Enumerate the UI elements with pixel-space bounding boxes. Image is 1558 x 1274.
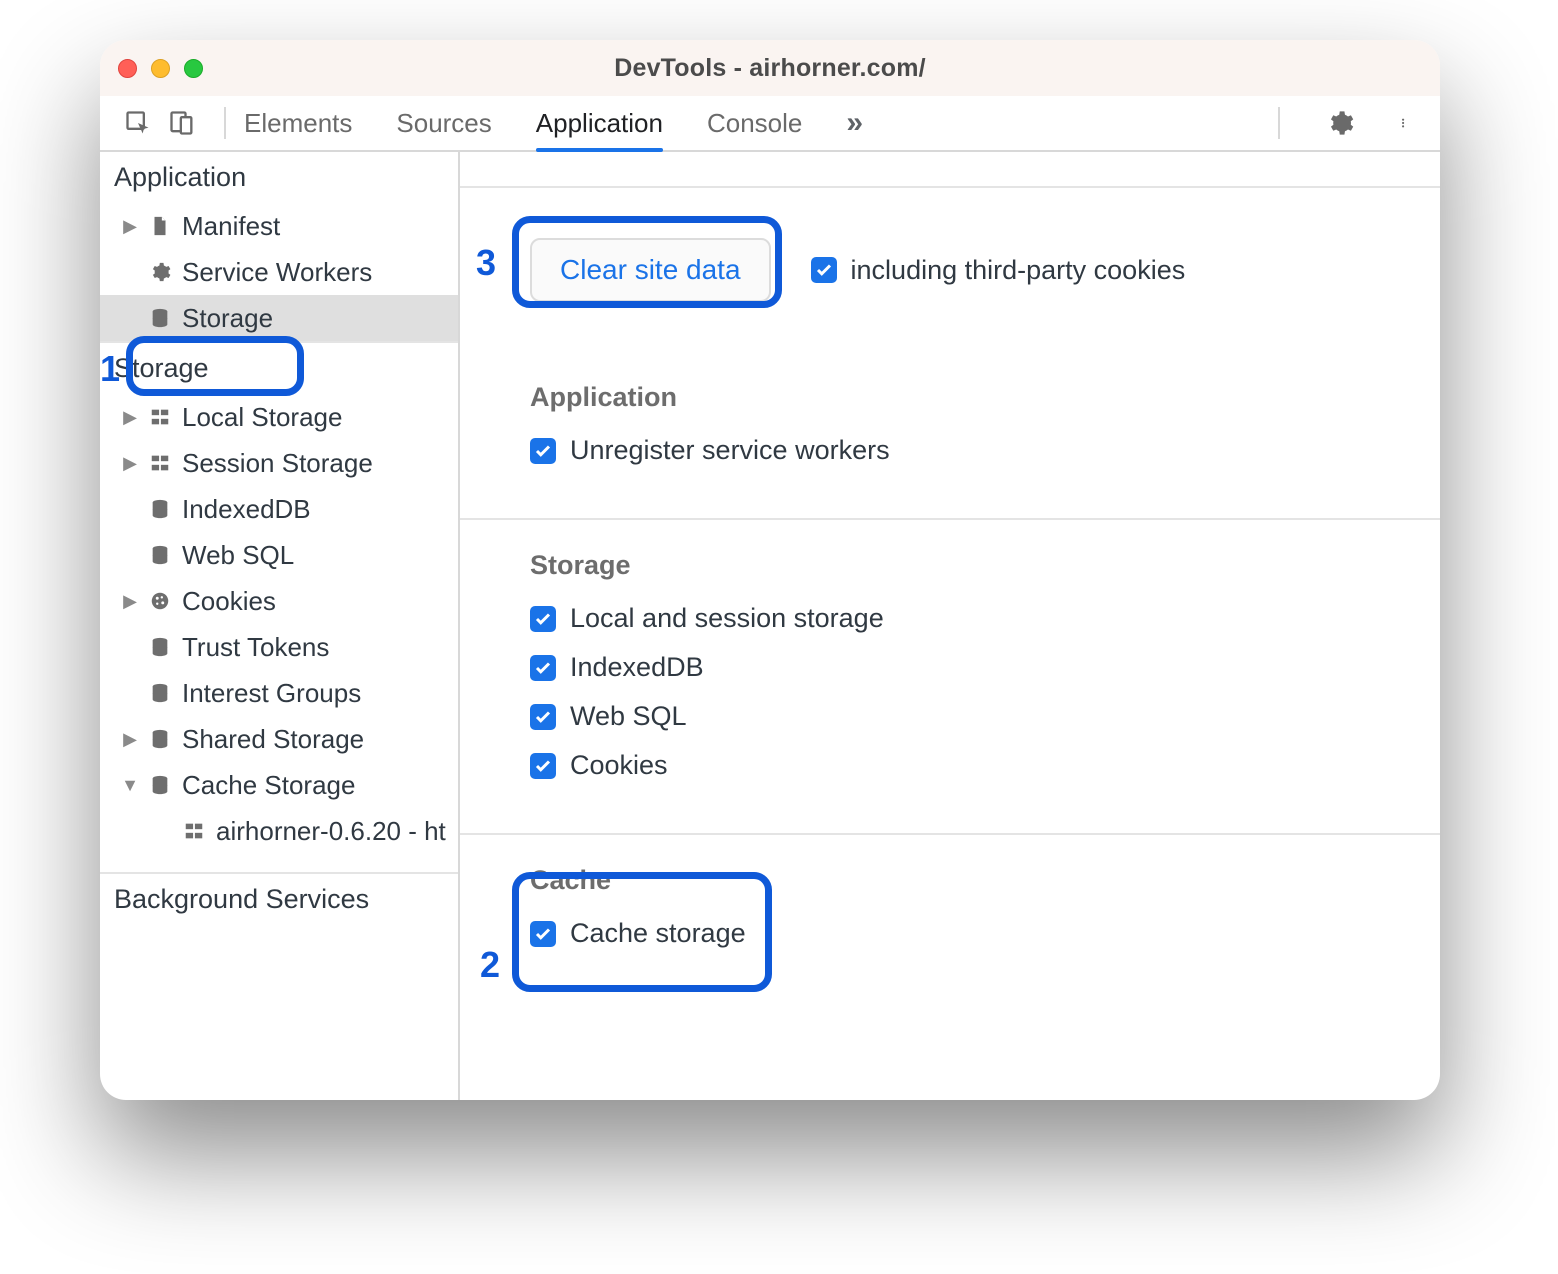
sidebar-item-label: Interest Groups — [182, 678, 361, 709]
checkbox-checked-icon — [530, 655, 556, 681]
sidebar-item-storage[interactable]: ▶ Storage — [100, 295, 458, 341]
sidebar-item-shared-storage[interactable]: ▶ Shared Storage — [100, 716, 458, 762]
sidebar-item-label: Storage — [182, 303, 273, 334]
sidebar-item-trust-tokens[interactable]: ▶ Trust Tokens — [100, 624, 458, 670]
gear-icon[interactable] — [1320, 103, 1360, 143]
sidebar-item-label: Service Workers — [182, 257, 372, 288]
database-icon — [148, 497, 172, 521]
database-icon — [148, 635, 172, 659]
sidebar-item-local-storage[interactable]: ▶ Local Storage — [100, 394, 458, 440]
checkbox-checked-icon — [530, 704, 556, 730]
sidebar-item-label: Shared Storage — [182, 724, 364, 755]
tab-application[interactable]: Application — [536, 96, 663, 150]
checkbox-label: Local and session storage — [570, 603, 884, 634]
sidebar-item-manifest[interactable]: ▶ Manifest — [100, 203, 458, 249]
titlebar: DevTools - airhorner.com/ — [100, 40, 1440, 96]
sidebar-item-label: Local Storage — [182, 402, 342, 433]
checkbox-label: IndexedDB — [570, 652, 704, 683]
main-panel: Clear site data including third-party co… — [460, 152, 1440, 1100]
callout-number-2: 2 — [480, 944, 500, 986]
checkbox-label: Unregister service workers — [570, 435, 890, 466]
sidebar-item-label: Cookies — [182, 586, 276, 617]
grid-icon — [148, 451, 172, 475]
devtools-window: DevTools - airhorner.com/ Elements Sourc… — [100, 40, 1440, 1100]
window-title: DevTools - airhorner.com/ — [100, 54, 1440, 83]
database-icon — [148, 727, 172, 751]
sidebar-item-websql[interactable]: ▶ Web SQL — [100, 532, 458, 578]
sidebar-item-interest-groups[interactable]: ▶ Interest Groups — [100, 670, 458, 716]
kebab-menu-icon[interactable] — [1386, 103, 1426, 143]
checkbox-third-party-cookies[interactable]: including third-party cookies — [811, 255, 1186, 286]
checkbox-unregister-sw[interactable]: Unregister service workers — [530, 435, 1440, 466]
sidebar-item-cookies[interactable]: ▶ Cookies — [100, 578, 458, 624]
inspect-icon[interactable] — [118, 103, 158, 143]
device-toggle-icon[interactable] — [162, 103, 202, 143]
sidebar-item-session-storage[interactable]: ▶ Session Storage — [100, 440, 458, 486]
sidebar: Application ▶ Manifest ▶ Service Workers — [100, 152, 460, 1100]
database-icon — [148, 773, 172, 797]
checkbox-checked-icon — [530, 606, 556, 632]
sidebar-item-cache-storage[interactable]: ▼ Cache Storage — [100, 762, 458, 808]
sidebar-item-label: Trust Tokens — [182, 632, 329, 663]
clear-site-data-button[interactable]: Clear site data — [530, 238, 771, 302]
sidebar-item-indexeddb[interactable]: ▶ IndexedDB — [100, 486, 458, 532]
tab-elements[interactable]: Elements — [244, 96, 352, 150]
database-icon — [148, 681, 172, 705]
toolbar-divider-right — [1278, 107, 1280, 139]
sidebar-section-storage-title: Storage — [100, 343, 458, 394]
checkbox-label: Cache storage — [570, 918, 746, 949]
sidebar-section-bg-services-title: Background Services — [100, 874, 458, 925]
sidebar-item-label: IndexedDB — [182, 494, 311, 525]
panel-heading-cache: Cache — [530, 865, 1440, 896]
checkbox-local-session[interactable]: Local and session storage — [530, 603, 1440, 634]
sidebar-item-service-workers[interactable]: ▶ Service Workers — [100, 249, 458, 295]
checkbox-websql[interactable]: Web SQL — [530, 701, 1440, 732]
checkbox-cache-storage[interactable]: Cache storage — [530, 918, 1440, 949]
grid-icon — [182, 819, 206, 843]
checkbox-cookies[interactable]: Cookies — [530, 750, 1440, 781]
devtools-toolbar: Elements Sources Application Console » — [100, 96, 1440, 152]
checkbox-checked-icon — [811, 257, 837, 283]
checkbox-indexeddb[interactable]: IndexedDB — [530, 652, 1440, 683]
tab-console[interactable]: Console — [707, 96, 802, 150]
sidebar-item-label: Session Storage — [182, 448, 373, 479]
checkbox-label: Web SQL — [570, 701, 687, 732]
panel-heading-storage: Storage — [530, 550, 1440, 581]
checkbox-label: including third-party cookies — [851, 255, 1186, 286]
sidebar-section-application-title: Application — [100, 152, 458, 203]
cookie-icon — [148, 589, 172, 613]
sidebar-item-label: Manifest — [182, 211, 280, 242]
panel-heading-application: Application — [530, 382, 1440, 413]
document-icon — [148, 214, 172, 238]
grid-icon — [148, 405, 172, 429]
content-area: Application ▶ Manifest ▶ Service Workers — [100, 152, 1440, 1100]
toolbar-tabs: Elements Sources Application Console » — [244, 96, 863, 150]
callout-number-1: 1 — [100, 348, 120, 390]
sidebar-item-label: Cache Storage — [182, 770, 355, 801]
toolbar-divider — [224, 107, 226, 139]
more-tabs-icon[interactable]: » — [846, 106, 863, 140]
checkbox-checked-icon — [530, 753, 556, 779]
checkbox-checked-icon — [530, 921, 556, 947]
checkbox-checked-icon — [530, 438, 556, 464]
tab-sources[interactable]: Sources — [396, 96, 491, 150]
checkbox-label: Cookies — [570, 750, 668, 781]
gear-small-icon — [148, 260, 172, 284]
sidebar-item-label: airhorner-0.6.20 - ht — [216, 816, 446, 847]
callout-number-3: 3 — [476, 242, 496, 284]
sidebar-item-cache-entry[interactable]: ▶ airhorner-0.6.20 - ht — [100, 808, 458, 854]
database-icon — [148, 543, 172, 567]
sidebar-item-label: Web SQL — [182, 540, 294, 571]
database-icon — [148, 306, 172, 330]
